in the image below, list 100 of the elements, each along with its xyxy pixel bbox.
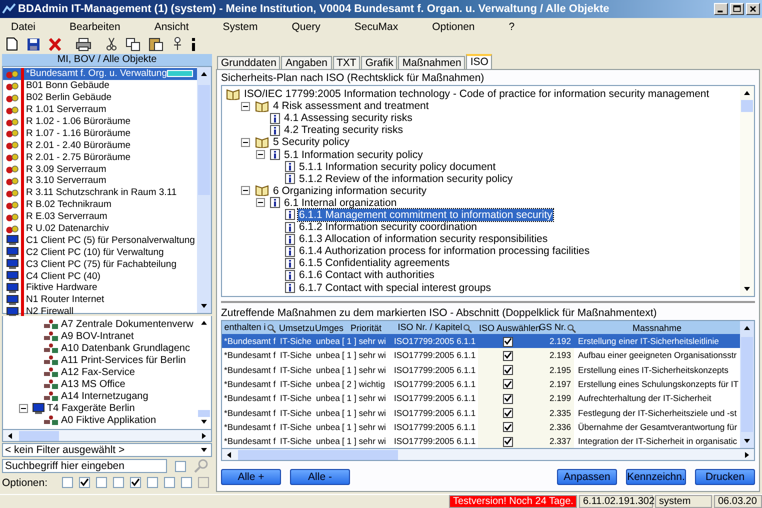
menu-item[interactable]: Optionen (426, 20, 481, 32)
table-row[interactable]: *Bundesamt f IT-Siche unbea [ 1 ] sehr wi ISO17799:2005 6.1.1 2.335 Festlegung der IT-Sicherheitsziele und -st (222, 405, 740, 420)
table-cell: ISO17799:2005 6.1.1 (392, 434, 478, 448)
object-list-item[interactable]: R 2.01 - 2.40 Büroräume (3, 139, 197, 152)
menu-item[interactable]: Query (286, 20, 326, 32)
tree-item[interactable]: 4 Risk assessment and treatment (272, 100, 430, 112)
table-row[interactable]: *Bundesamt f IT-Siche unbea [ 1 ] sehr wi ISO17799:2005 6.1.1 2.336 Übernahme der Gesamtverantwortung für (222, 420, 740, 434)
tree-item[interactable]: 6.1.5 Confidentiality agreements (298, 257, 451, 270)
tree-item[interactable]: A9 BOV-Intranet (61, 330, 134, 342)
table-cell: ISO17799:2005 6.1.1 (392, 348, 478, 363)
tree-item[interactable]: 6.1.3 Allocation of information security responsibilities (298, 233, 549, 246)
table-row[interactable]: *Bundesamt f IT-Siche unbea [ 1 ] sehr wi ISO17799:2005 6.1.1 2.193 Aufbau einer geeigneten Organisationsstr (222, 348, 740, 363)
object-list-item[interactable]: C4 Client PC (40) (3, 270, 197, 282)
object-list-item[interactable]: N2 Firewall (3, 306, 197, 318)
table-cell-text: IT-Siche (279, 406, 313, 420)
menu-item[interactable]: ? (502, 20, 521, 32)
menu-item[interactable]: Datei (5, 20, 42, 32)
menu-item[interactable]: System (216, 20, 264, 32)
action-button[interactable]: Alle + (221, 469, 281, 485)
tree-item[interactable]: 6.1.4 Authorization process for information processing facilities (298, 245, 591, 258)
status-field: 06.03.20 (714, 495, 762, 508)
object-list-item[interactable]: C3 Client PC (75) für Fachabteilung (3, 258, 197, 270)
table-cell: ISO17799:2005 6.1.1 (392, 391, 478, 406)
tree-item[interactable]: ISO/IEC 17799:2005 Information technology - Code of practice for information security management (243, 88, 710, 100)
object-list-item[interactable]: N1 Router Internet (3, 294, 197, 306)
object-list-item[interactable]: R 3.10 Serverraum (3, 175, 197, 187)
table-row[interactable]: *Bundesamt f IT-Siche unbea [ 1 ] sehr wi ISO17799:2005 6.1.1 2.199 Aufrechterhaltung der IT-Sicherheit (222, 391, 740, 406)
column-header[interactable]: enthalten i (222, 321, 278, 334)
table-cell: [ 1 ] sehr wi (340, 405, 392, 420)
object-list-item[interactable]: R U.02 Datenarchiv (3, 222, 197, 234)
table-cell: 2.336 (538, 420, 574, 434)
action-button[interactable]: Kennzeichn. (626, 469, 686, 485)
action-button[interactable]: Alle - (290, 469, 350, 485)
object-list-item[interactable]: R 1.01 Serverraum (3, 104, 197, 116)
status-field: Testversion! Noch 24 Tage. (449, 495, 577, 508)
table-row[interactable]: *Bundesamt f IT-Siche unbea [ 1 ] sehr wi ISO17799:2005 6.1.1 2.195 Erstellung eines IT-Sicherheitskonzepts (222, 362, 740, 377)
tab[interactable]: Grafik (361, 56, 398, 69)
object-list-item[interactable]: R 2.01 - 2.75 Büroräume (3, 151, 197, 164)
tree-item[interactable]: A7 Zentrale Dokumentenverw (61, 318, 194, 330)
menu-item[interactable]: Bearbeiten (64, 20, 126, 32)
status-field: system (655, 495, 712, 508)
table-cell-text: *Bundesamt f (223, 435, 277, 448)
tree-item[interactable]: 6.1.1 Management commitment to information security (298, 208, 554, 221)
tree-item[interactable]: 6.1.7 Contact with special interest groups (298, 282, 492, 294)
tree-item[interactable]: 5.1.1 Information security policy document (298, 160, 497, 173)
object-list-item[interactable]: B02 Berlin Gebäude (3, 92, 197, 104)
tab[interactable]: ISO (466, 54, 492, 69)
object-list-item[interactable]: R E.03 Serverraum (3, 210, 197, 223)
table-cell-text: IT-Siche (279, 420, 313, 434)
table-row[interactable]: *Bundesamt f IT-Siche unbea [ 1 ] sehr wi ISO17799:2005 6.1.1 2.337 Integration der IT-Sicherheit in organisatic (222, 434, 740, 448)
tab[interactable]: Maßnahmen (398, 56, 466, 69)
tree-item[interactable]: 6.1.2 Information security coordination (298, 221, 478, 234)
search-field[interactable]: Suchbegriff hier eingeben (2, 459, 167, 473)
tree-item[interactable]: 6.1.6 Contact with authorities (298, 269, 436, 282)
tree-item[interactable]: 5 Security policy (272, 136, 350, 148)
action-button[interactable]: Anpassen (557, 469, 617, 485)
tab[interactable]: Angaben (281, 56, 332, 69)
tree-item[interactable]: A11 Print-Services für Berlin (61, 354, 186, 366)
tree-item[interactable]: 4.2 Treating security risks (283, 124, 404, 136)
tree-item[interactable]: T4 Faxgeräte Berlin (47, 402, 135, 414)
table-cell-text: unbea (315, 378, 340, 392)
object-list-item[interactable]: R 1.07 - 1.16 Büroräume (3, 127, 197, 140)
tree-item[interactable]: A13 MS Office (61, 378, 126, 390)
tree-item[interactable]: 5.1.2 Review of the information security policy (298, 172, 514, 185)
column-header[interactable]: Umsetzu (278, 321, 314, 334)
column-header[interactable]: ISO Auswählen (478, 321, 538, 334)
tree-item[interactable]: 6 Organizing information security (272, 184, 428, 197)
tree-item[interactable]: 6.1 Internal organization (283, 196, 398, 209)
tab[interactable]: Grunddaten (217, 56, 280, 69)
object-list-item[interactable]: R 3.11 Schutzschrank in Raum 3.11 (3, 186, 197, 199)
table-cell-text: IT-Siche (279, 364, 313, 377)
tree-item[interactable]: A0 Fiktive Applikation (61, 414, 156, 426)
object-list-item[interactable]: B01 Bonn Gebäude (3, 80, 197, 92)
table-cell: Erstellung einer IT-Sicherheitsleitlinie (574, 334, 740, 348)
object-list-item[interactable]: *Bundesamt f. Org. u. Verwaltung (3, 68, 197, 80)
table-cell: [ 1 ] sehr wi (340, 334, 392, 348)
tab[interactable]: TXT (332, 56, 360, 69)
object-list-item[interactable]: R 3.09 Serverraum (3, 163, 197, 176)
column-header[interactable]: ISO Nr. / Kapitel (392, 321, 478, 334)
table-row[interactable]: *Bundesamt f IT-Siche unbea [ 1 ] sehr wi ISO17799:2005 6.1.1 2.192 Erstellung einer IT-Sicherheitsleitlinie (222, 334, 740, 348)
object-list-item[interactable]: C2 Client PC (10) für Verwaltung (3, 246, 197, 258)
table-cell-text: IT-Siche (279, 349, 313, 362)
filter-dropdown[interactable]: < kein Filter ausgewählt > (2, 443, 212, 457)
tree-item[interactable]: A10 Datenbank Grundlagenc (61, 342, 190, 354)
tree-item[interactable]: 5.1 Information security policy (283, 148, 424, 161)
table-row[interactable]: *Bundesamt f IT-Siche unbea [ 2 ] wichtig ISO17799:2005 6.1.1 2.197 Erstellung eines Schulungskonzepts für IT (222, 376, 740, 392)
menu-item[interactable]: Ansicht (148, 20, 195, 32)
tree-item[interactable]: 4.1 Assessing security risks (283, 112, 414, 124)
object-list-item[interactable]: R B.02 Technikraum (3, 198, 197, 211)
action-button[interactable]: Drucken (695, 469, 755, 485)
table-cell: 2.193 (538, 348, 574, 363)
object-list-item[interactable]: Fiktive Hardware (3, 282, 197, 294)
table-cell: Festlegung der IT-Sicherheitsziele und -st (574, 405, 740, 420)
table-cell: Erstellung eines IT-Sicherheitskonzepts (574, 362, 740, 377)
tree-item[interactable]: A12 Fax-Service (61, 366, 135, 378)
column-header[interactable]: Massnahme (574, 321, 740, 334)
tree-item[interactable]: A14 Internetzugang (61, 390, 148, 402)
menu-item[interactable]: SecuMax (348, 20, 404, 32)
object-list-item[interactable]: C1 Client PC (5) für Personalverwaltung (3, 234, 197, 246)
object-list-item[interactable]: R 1.02 - 1.06 Büroräume (3, 116, 197, 128)
